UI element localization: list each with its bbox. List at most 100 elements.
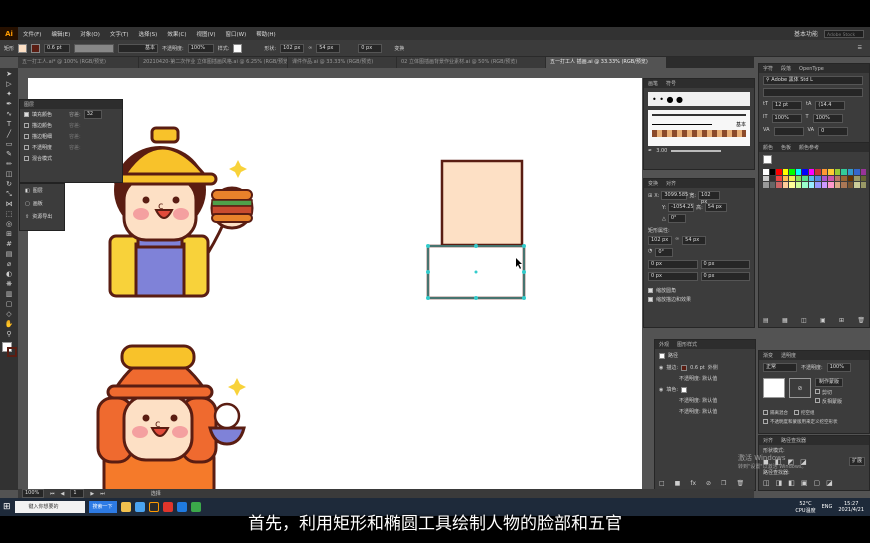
option-blend-mode[interactable]: 混合模式 <box>20 153 122 164</box>
swatch-color-35[interactable] <box>782 182 788 188</box>
menu-file[interactable]: 文件(F) <box>18 30 46 38</box>
slice-tool-icon[interactable]: ◇ <box>4 311 14 318</box>
brush-list[interactable]: 基本 <box>648 110 750 146</box>
swatch-color-28[interactable] <box>841 175 847 181</box>
swatch-color-39[interactable] <box>808 182 814 188</box>
appearance-fill-opacity[interactable]: 不透明度: 默认值 <box>655 395 755 406</box>
fill-swatch[interactable] <box>18 43 28 53</box>
tracking-field[interactable]: 0 <box>818 127 849 136</box>
menu-window[interactable]: 窗口(W) <box>221 30 252 38</box>
checkbox-opacity[interactable] <box>24 145 29 150</box>
swatch-color-1[interactable] <box>769 169 775 175</box>
swatch-color-37[interactable] <box>795 182 801 188</box>
tab-brushes[interactable]: 画笔 <box>648 80 658 87</box>
tab-opentype[interactable]: OpenType <box>799 66 824 72</box>
radius-bl-field[interactable]: 0 px <box>648 272 698 281</box>
tab-align-2[interactable]: 对齐 <box>763 437 773 444</box>
nav-prev-icon[interactable]: ◀ <box>61 491 65 497</box>
rect-link-icon[interactable]: ∞ <box>675 236 679 245</box>
expand-button[interactable]: 扩展 <box>848 457 865 466</box>
outline-icon[interactable]: ▢ <box>814 479 821 487</box>
direct-selection-tool-icon[interactable]: ▷ <box>4 81 14 88</box>
delete-item-icon[interactable]: 🗑 <box>736 480 744 487</box>
appearance-stroke-value[interactable]: 0.6 pt <box>690 365 705 371</box>
tab-symbols[interactable]: 符号 <box>666 80 676 87</box>
line-tool-icon[interactable]: ╱ <box>4 131 14 138</box>
swatch-color-47[interactable] <box>860 182 866 188</box>
visibility-eye-icon-2[interactable]: ◉ <box>659 387 663 393</box>
scale-strokes-checkbox[interactable] <box>648 297 653 302</box>
swatch-color-18[interactable] <box>776 175 782 181</box>
corner-radius-field[interactable]: 0 px <box>358 43 383 53</box>
swatch-color-14[interactable] <box>854 169 860 175</box>
trim-icon[interactable]: ◨ <box>776 479 783 487</box>
tab-pathfinder[interactable]: 路径查找器 <box>781 437 806 444</box>
swatch-color-22[interactable] <box>802 175 808 181</box>
swatch-color-12[interactable] <box>841 169 847 175</box>
mesh-tool-icon[interactable]: # <box>4 241 14 248</box>
menu-select[interactable]: 选择(S) <box>134 30 163 38</box>
transform-button[interactable]: 变换 <box>394 45 404 52</box>
swatch-color-46[interactable] <box>854 182 860 188</box>
tab-transform[interactable]: 变换 <box>648 180 658 187</box>
swatch-show-kinds-icon[interactable]: ▦ <box>782 317 788 324</box>
swatch-options-icon[interactable]: ◫ <box>801 317 807 324</box>
gradient-tool-icon[interactable]: ▤ <box>4 251 14 258</box>
swatch-color-15[interactable] <box>860 169 866 175</box>
clear-appearance-icon[interactable]: ⊘ <box>706 480 711 487</box>
nav-last-icon[interactable]: ⏭ <box>100 491 105 497</box>
swatch-color-42[interactable] <box>828 182 834 188</box>
appearance-stroke-swatch[interactable] <box>681 364 688 371</box>
swatch-library-icon[interactable]: ▤ <box>763 317 769 324</box>
swatch-color-34[interactable] <box>776 182 782 188</box>
stroke-indicator-swatch[interactable] <box>7 347 17 357</box>
appearance-fill-swatch[interactable] <box>681 386 688 393</box>
worker-character-illustration[interactable]: c <box>108 126 254 298</box>
menu-edit[interactable]: 编辑(E) <box>46 30 75 38</box>
appearance-stroke-opacity[interactable]: 不透明度: 默认值 <box>655 373 755 384</box>
scale-strokes-row[interactable]: 缩放描边和效果 <box>644 294 754 303</box>
zoom-field[interactable]: 100% <box>22 489 44 498</box>
graphic-style-swatch[interactable] <box>233 43 243 53</box>
swatch-color-13[interactable] <box>847 169 853 175</box>
swatch-color-40[interactable] <box>815 182 821 188</box>
stock-search-input[interactable]: Adobe Stock <box>824 29 864 38</box>
swatch-color-29[interactable] <box>847 175 853 181</box>
tab-appearance[interactable]: 外观 <box>659 341 669 348</box>
brush-pattern-row[interactable] <box>652 130 746 137</box>
new-fill-icon[interactable]: ■ <box>675 480 681 487</box>
invert-mask-checkbox[interactable] <box>815 398 820 403</box>
appearance-stroke-row[interactable]: ◉ 描边: 0.6 pt 外侧 <box>655 362 755 373</box>
divide-icon[interactable]: ◫ <box>763 479 770 487</box>
swatch-color-32[interactable] <box>763 182 769 188</box>
option-stroke-color[interactable]: 描边颜色 容差: <box>20 120 122 131</box>
current-fill-swatch[interactable] <box>763 155 772 164</box>
invert-mask-option[interactable]: 反相蒙版 <box>815 398 843 405</box>
eraser-tool-icon[interactable]: ◫ <box>4 171 14 178</box>
swatch-color-31[interactable] <box>860 175 866 181</box>
swatch-color-7[interactable] <box>808 169 814 175</box>
swatch-color-0[interactable] <box>763 169 769 175</box>
option-fill-color[interactable]: 填充颜色 容差: 32 <box>20 109 122 120</box>
blend-tool-icon[interactable]: ◐ <box>4 271 14 278</box>
swatch-color-9[interactable] <box>821 169 827 175</box>
brush-tips-row[interactable]: • • ● ● <box>648 92 750 106</box>
doc-tab-5[interactable]: 五一打工人 插画.ai @ 33.33% (RGB/预览) <box>546 57 666 68</box>
eyedropper-tool-icon[interactable]: ⌀ <box>4 261 14 268</box>
scale-tool-icon[interactable]: ⤡ <box>4 191 14 198</box>
width-tool-icon[interactable]: ⋈ <box>4 201 14 208</box>
font-size-field[interactable]: 12 pt <box>772 101 803 110</box>
knockout-checkbox[interactable] <box>794 410 799 415</box>
menu-object[interactable]: 对象(O) <box>75 30 105 38</box>
swatch-color-27[interactable] <box>834 175 840 181</box>
appearance-fill-row[interactable]: ◉ 填色: <box>655 384 755 395</box>
face-rectangle[interactable] <box>440 159 524 247</box>
firefighter-character-illustration[interactable]: c <box>96 344 246 500</box>
swatch-color-11[interactable] <box>834 169 840 175</box>
doc-tab-4[interactable]: 02 立体图插画背景作业素材.ai @ 50% (RGB/预览) <box>397 57 545 68</box>
vertical-scale-field[interactable]: 100% <box>771 114 802 123</box>
rotate-tool-icon[interactable]: ↻ <box>4 181 14 188</box>
kerning-field[interactable] <box>773 127 804 136</box>
doc-tab-2[interactable]: 20210420-第二次作业 立体图插画风格.ai @ 6.25% (RGB/预… <box>139 57 287 68</box>
swatch-color-38[interactable] <box>802 182 808 188</box>
